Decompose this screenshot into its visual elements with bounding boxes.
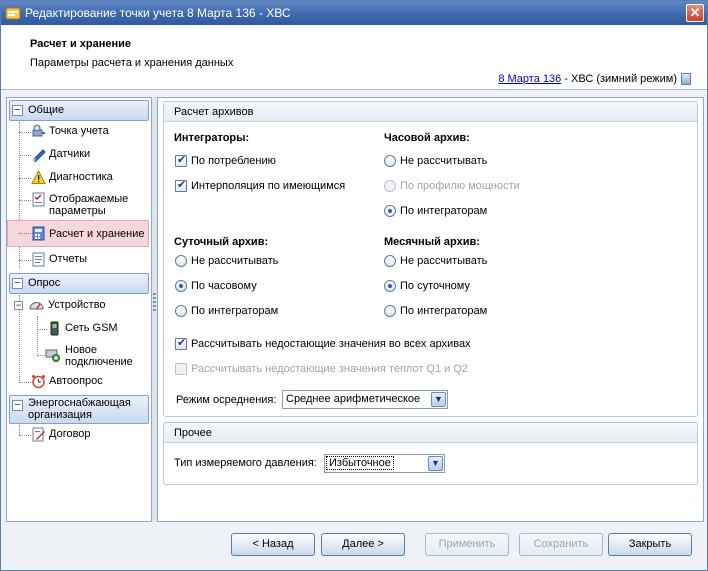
sidebar-item-new-connection[interactable]: Новое подключение [7,341,149,369]
window-title: Редактирование точки учета 8 Марта 136 -… [25,6,291,20]
sidebar-item-gsm[interactable]: Сеть GSM [7,319,149,339]
meter-point-icon [32,124,45,137]
page-subtitle: Параметры расчета и хранения данных [30,57,234,69]
gsm-phone-icon [50,321,59,336]
sidebar-item-calc-storage[interactable]: Расчет и хранение [7,220,149,247]
sidebar-group-general[interactable]: − Общие [9,100,149,121]
sidebar-item-reports[interactable]: Отчеты [7,250,149,270]
monthly-archive-label: Месячный архив: [384,236,480,248]
hourly-archive-label: Часовой архив: [384,132,470,144]
new-connection-icon [45,349,60,362]
sensor-icon [32,149,46,162]
sidebar-group-polling[interactable]: − Опрос [9,273,149,294]
trash-icon[interactable] [681,73,691,85]
meter-point-mode: - ХВС (зимний режим) [561,73,677,85]
sidebar: − Общие Точка учета Датчики Диагностика … [6,97,152,522]
integrators-label: Интеграторы: [174,132,250,144]
contract-icon [32,427,45,442]
daily-archive-label: Суточный архив: [174,236,269,248]
close-window-button[interactable]: ✕ [686,4,704,22]
alarm-clock-icon [32,375,45,389]
checklist-icon [32,192,45,207]
sidebar-item-meter-point[interactable]: Точка учета [7,122,149,142]
sidebar-item-diagnostics[interactable]: Диагностика [7,168,149,188]
other-section-title: Прочее [174,427,212,439]
save-button[interactable]: Сохранить [519,533,603,556]
meter-point-caption: 8 Марта 136 - ХВС (зимний режим) [498,73,691,85]
page-title: Расчет и хранение [30,38,132,50]
sidebar-item-contract[interactable]: Договор [7,425,149,445]
device-icon [29,302,44,310]
sidebar-group-energy-supplier[interactable]: − Энергоснабжающая организация [9,395,149,424]
collapse-icon[interactable]: − [12,400,23,411]
close-button[interactable]: Закрыть [608,533,692,556]
chevron-down-icon[interactable]: ▼ [431,392,446,407]
other-section: Прочее Тип измеряемого давления: Избыточ… [163,422,698,485]
sidebar-item-auto-poll[interactable]: Автоопрос [7,372,149,392]
archives-section-title: Расчет архивов [174,106,254,118]
archives-section: Расчет архивов Интеграторы: По потреблен… [163,101,698,417]
report-icon [32,252,45,267]
app-icon [5,7,21,20]
sidebar-item-displayed-params[interactable]: Отображаемые параметры [7,190,149,220]
collapse-icon[interactable]: − [12,278,23,289]
page-header: Расчет и хранение Параметры расчета и хр… [1,25,707,90]
warning-icon [31,170,46,184]
pressure-type-label: Тип измеряемого давления: [174,457,317,469]
averaging-mode-select[interactable]: Среднее арифметическое ▼ [282,390,448,409]
dialog-window: Редактирование точки учета 8 Марта 136 -… [0,0,708,571]
chevron-down-icon[interactable]: ▼ [428,456,443,471]
sidebar-item-sensors[interactable]: Датчики [7,145,149,165]
calculator-icon [32,226,45,241]
main-content: Расчет архивов Интеграторы: По потреблен… [157,97,704,522]
sidebar-item-device[interactable]: − Устройство [7,296,149,316]
next-button[interactable]: Далее > [321,533,405,556]
averaging-mode-label: Режим осреднения: [176,394,277,406]
collapse-icon[interactable]: − [12,105,23,116]
title-bar[interactable]: Редактирование точки учета 8 Марта 136 -… [1,1,707,25]
pressure-type-select[interactable]: Избыточное ▼ [324,454,445,473]
apply-button[interactable]: Применить [425,533,509,556]
back-button[interactable]: < Назад [231,533,315,556]
collapse-icon[interactable]: − [14,301,23,310]
meter-point-link[interactable]: 8 Марта 136 [498,73,561,85]
